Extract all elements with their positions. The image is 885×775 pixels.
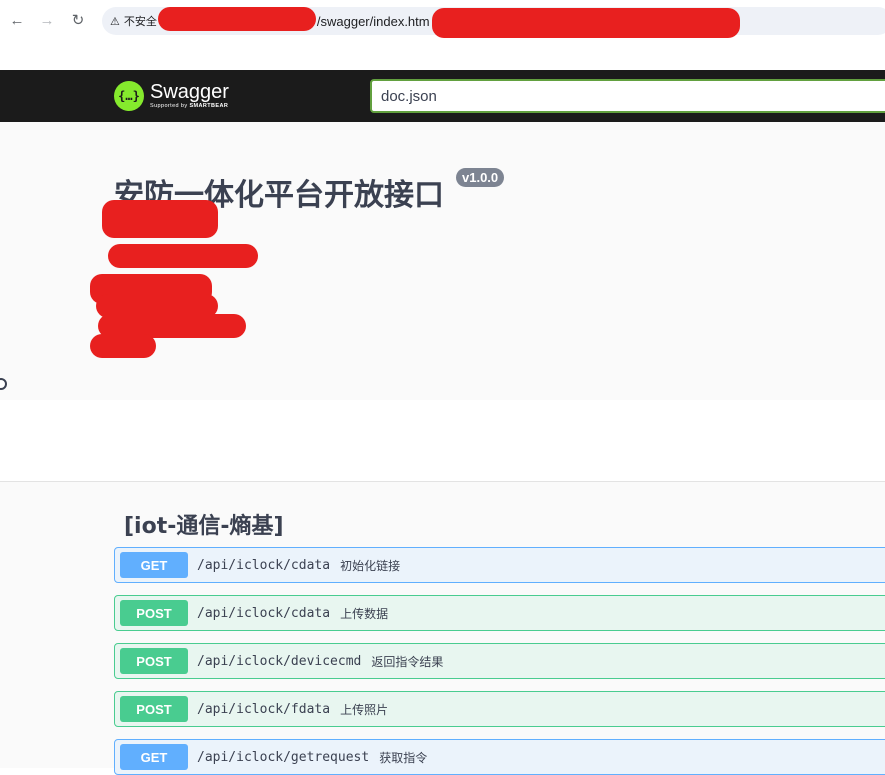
redaction-mark bbox=[432, 8, 740, 38]
redaction-mark bbox=[90, 334, 156, 358]
swagger-topbar: {…} Swagger Supported by SMARTBEAR bbox=[0, 70, 885, 122]
tag-title[interactable]: [iot-通信-熵基] bbox=[124, 508, 284, 540]
redaction-mark bbox=[108, 244, 258, 268]
operation-row[interactable]: POST /api/iclock/cdata 上传数据 bbox=[114, 595, 885, 631]
operation-path: /api/iclock/getrequest bbox=[197, 749, 370, 765]
operation-summary: 返回指令结果 bbox=[371, 654, 444, 669]
logo-subtitle: Supported by SMARTBEAR bbox=[150, 103, 229, 110]
back-icon[interactable]: ← bbox=[7, 10, 27, 30]
redaction-mark bbox=[102, 200, 218, 238]
version-badge: v1.0.0 bbox=[456, 168, 505, 187]
logo-name: Swagger bbox=[150, 81, 229, 104]
browser-toolbar: ← → ↻ ⚠ 不安全 /swagger/index.htm bbox=[0, 0, 885, 70]
operation-summary: 上传照片 bbox=[340, 702, 389, 717]
method-badge: GET bbox=[120, 552, 188, 578]
api-info-section: 安防一体化平台开放接口 v1.0.0 bbox=[0, 122, 885, 400]
forward-icon[interactable]: → bbox=[37, 10, 57, 30]
operation-summary: 获取指令 bbox=[379, 750, 428, 765]
swagger-logo[interactable]: {…} Swagger Supported by SMARTBEAR bbox=[114, 79, 229, 113]
operation-path: /api/iclock/fdata bbox=[197, 701, 331, 717]
operation-row[interactable]: POST /api/iclock/devicecmd 返回指令结果 bbox=[114, 643, 885, 679]
method-badge: POST bbox=[120, 600, 188, 626]
operation-path: /api/iclock/devicecmd bbox=[197, 653, 362, 669]
redaction-mark bbox=[158, 7, 316, 31]
reload-icon[interactable]: ↻ bbox=[68, 10, 88, 30]
operation-summary: 上传数据 bbox=[340, 606, 389, 621]
spec-url-input[interactable] bbox=[370, 79, 885, 113]
operation-summary: 初始化链接 bbox=[340, 558, 401, 573]
warning-icon: ⚠ bbox=[110, 15, 120, 28]
method-badge: GET bbox=[120, 744, 188, 770]
operation-path: /api/iclock/cdata bbox=[197, 557, 331, 573]
method-badge: POST bbox=[120, 648, 188, 674]
swagger-logo-icon: {…} bbox=[114, 81, 144, 111]
operation-path: /api/iclock/cdata bbox=[197, 605, 331, 621]
url-text: /swagger/index.htm bbox=[316, 13, 430, 29]
operation-row[interactable]: POST /api/iclock/fdata 上传照片 bbox=[114, 691, 885, 727]
operation-row[interactable]: GET /api/iclock/cdata 初始化链接 bbox=[114, 547, 885, 583]
method-badge: POST bbox=[120, 696, 188, 722]
operation-row[interactable]: GET /api/iclock/getrequest 获取指令 bbox=[114, 739, 885, 775]
security-label[interactable]: 不安全 bbox=[124, 13, 157, 29]
